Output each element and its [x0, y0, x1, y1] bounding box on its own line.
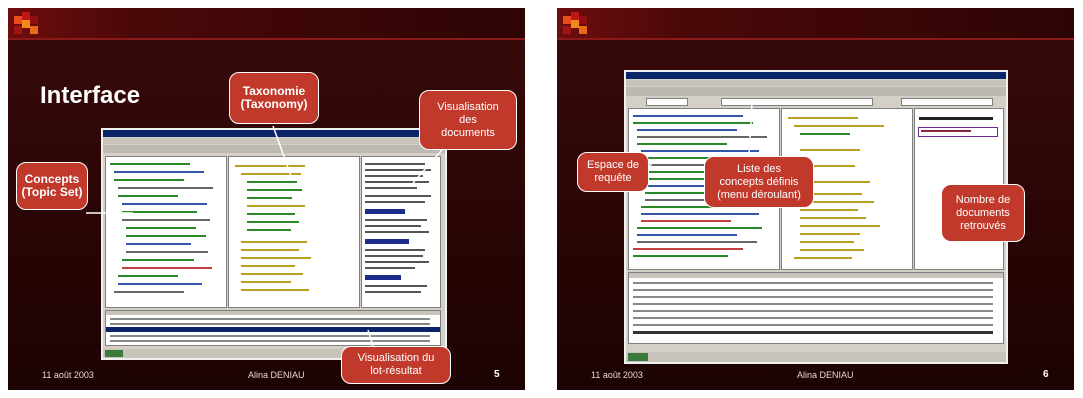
callout-liste-concepts: Liste des concepts définis (menu déroula…	[704, 156, 814, 208]
slide-title: Interface	[40, 82, 141, 109]
callout-nombre-documents: Nombre de documents retrouvés	[941, 184, 1025, 242]
footer-author: Alina DENIAU	[248, 370, 305, 380]
callout-visualisation-documents: Visualisation des documents	[419, 90, 517, 150]
result-set-pane	[628, 272, 1004, 344]
toolbar	[103, 145, 445, 153]
query-bar	[626, 97, 1006, 106]
footer-author: Alina DENIAU	[797, 370, 854, 380]
header-divider	[557, 38, 1074, 40]
result-set-pane	[105, 310, 441, 346]
footer-date: 11 août 2003	[591, 370, 643, 380]
footer-date: 11 août 2003	[42, 370, 94, 380]
callout-visualisation-lot: Visualisation du lot-résultat	[341, 346, 451, 384]
menu-bar	[103, 138, 445, 144]
taskbar	[626, 352, 1006, 362]
callout-taxonomie: Taxonomie (Taxonomy)	[229, 72, 319, 124]
window-titlebar	[103, 130, 445, 137]
taxonomy-pane	[228, 156, 360, 308]
toolbar	[626, 87, 1006, 96]
callout-concepts: Concepts (Topic Set)	[16, 162, 88, 210]
window-titlebar	[626, 72, 1006, 79]
application-screenshot	[101, 128, 447, 360]
slide-interface: Interface Concepts (Topic Set) Taxonomie…	[8, 8, 525, 390]
page-number: 5	[494, 369, 500, 380]
slide-query: Espace de requête Liste des concepts déf…	[557, 8, 1074, 390]
menu-bar	[626, 80, 1006, 86]
slide-header-strip	[557, 8, 1074, 38]
page-number: 6	[1043, 369, 1049, 380]
topic-set-pane	[105, 156, 227, 308]
document-view-pane	[361, 156, 441, 308]
slide-header-strip	[8, 8, 525, 38]
header-divider	[8, 38, 525, 40]
callout-espace-requete: Espace de requête	[577, 152, 649, 192]
